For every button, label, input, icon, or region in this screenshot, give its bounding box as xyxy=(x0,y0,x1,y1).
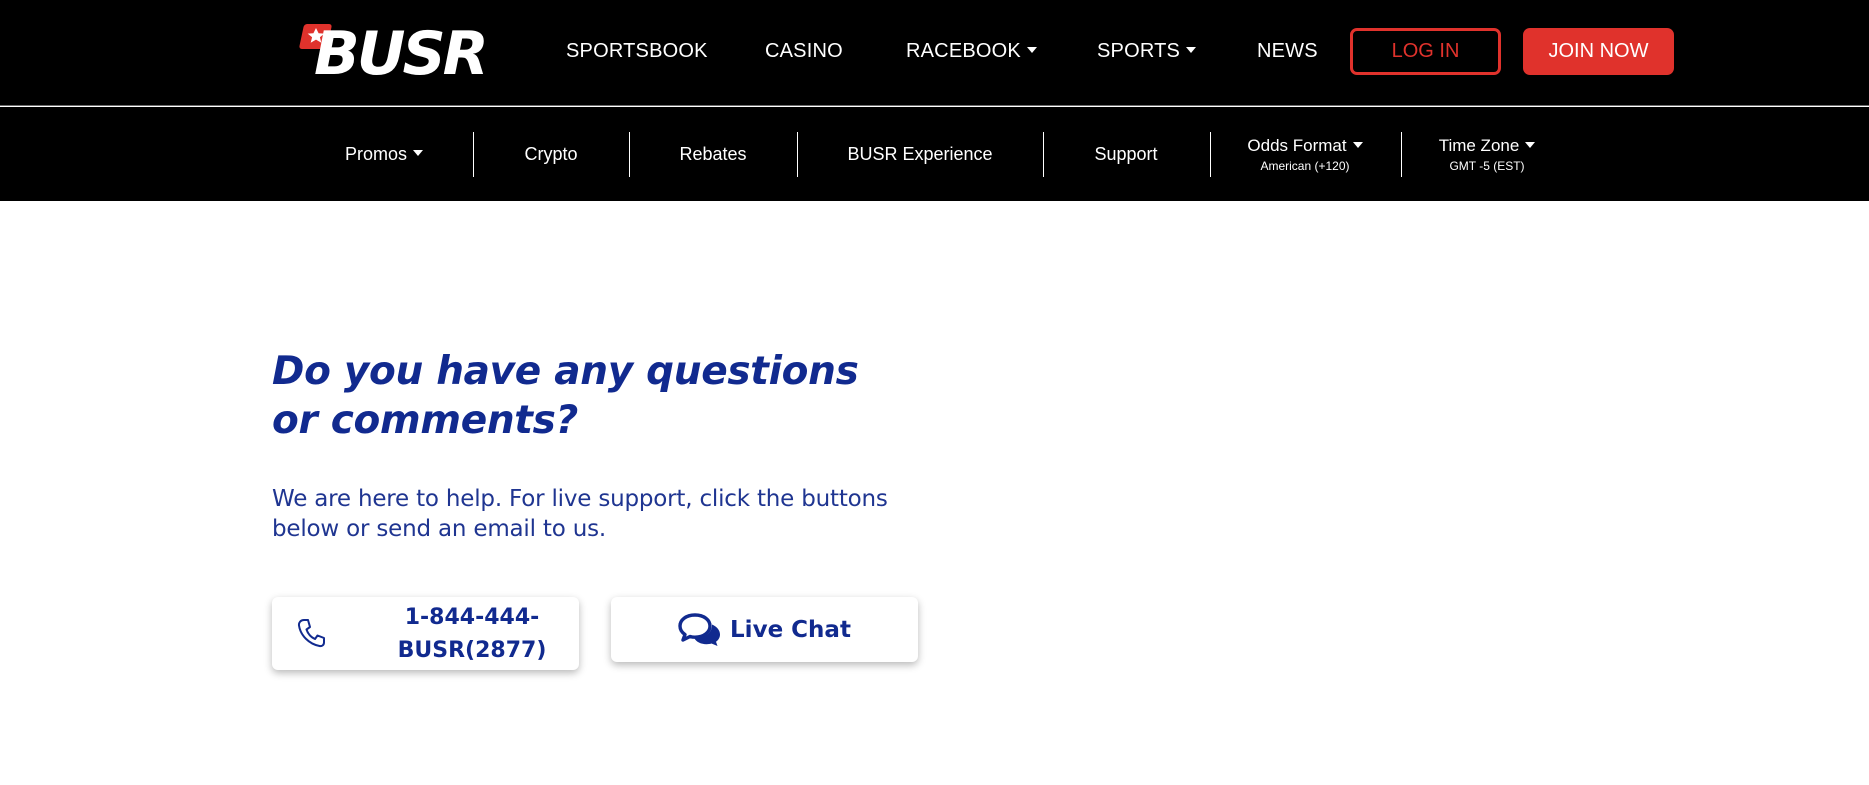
subnav-busr-experience[interactable]: BUSR Experience xyxy=(834,107,1006,201)
nav-casino-label: CASINO xyxy=(765,40,843,62)
nav-news[interactable]: NEWS xyxy=(1257,0,1318,102)
nav-racebook[interactable]: RACEBOOK xyxy=(906,0,1037,102)
nav-sports-label: SPORTS xyxy=(1097,40,1181,62)
divider xyxy=(629,132,630,177)
subnav-promos-label: Promos xyxy=(344,144,407,164)
subnav-promos[interactable]: Promos xyxy=(344,107,424,201)
chevron-down-icon xyxy=(413,150,423,157)
chevron-down-icon xyxy=(1352,141,1363,148)
nav-racebook-label: RACEBOOK xyxy=(906,40,1021,62)
subnav-crypto[interactable]: Crypto xyxy=(510,107,592,201)
page-headline: Do you have any questions or comments? xyxy=(272,349,859,443)
divider xyxy=(473,132,474,177)
chevron-down-icon xyxy=(1186,46,1197,53)
nav-sportsbook-label: SPORTSBOOK xyxy=(566,40,708,62)
live-chat-button[interactable]: Live Chat xyxy=(611,597,918,662)
nav-casino[interactable]: CASINO xyxy=(765,0,843,102)
divider xyxy=(797,132,798,177)
join-now-button[interactable]: JOIN NOW xyxy=(1523,28,1674,75)
divider xyxy=(1210,132,1211,177)
phone-call-button[interactable]: 1-844-444-BUSR(2877) xyxy=(272,597,579,670)
time-zone-selector[interactable]: Time Zone GMT -5 (EST) xyxy=(1422,135,1552,173)
busr-logo[interactable]: BUSR xyxy=(292,20,514,82)
secondary-nav: Promos Crypto Rebates BUSR Experience Su… xyxy=(0,107,1869,201)
phone-icon xyxy=(297,619,325,648)
nav-sportsbook[interactable]: SPORTSBOOK xyxy=(566,0,708,102)
subnav-busr-experience-label: BUSR Experience xyxy=(847,144,993,164)
support-description: We are here to help. For live support, c… xyxy=(272,486,888,542)
time-zone-label: Time Zone xyxy=(1438,136,1520,155)
login-button[interactable]: LOG IN xyxy=(1350,28,1501,75)
chevron-down-icon xyxy=(1026,46,1037,53)
odds-format-label: Odds Format xyxy=(1247,136,1347,155)
divider xyxy=(1043,132,1044,177)
divider xyxy=(1401,132,1402,177)
subnav-crypto-label: Crypto xyxy=(524,144,578,164)
subnav-rebates[interactable]: Rebates xyxy=(666,107,760,201)
nav-sports[interactable]: SPORTS xyxy=(1097,0,1197,102)
live-chat-label: Live Chat xyxy=(730,616,851,643)
time-zone-value: GMT -5 (EST) xyxy=(1449,159,1525,173)
chat-bubbles-icon xyxy=(678,612,721,646)
subnav-support[interactable]: Support xyxy=(1080,107,1172,201)
odds-format-value: American (+120) xyxy=(1260,159,1350,173)
nav-news-label: NEWS xyxy=(1257,40,1318,62)
subnav-rebates-label: Rebates xyxy=(679,144,747,164)
chevron-down-icon xyxy=(1525,141,1536,148)
phone-number: 1-844-444-BUSR(2877) xyxy=(397,605,547,663)
odds-format-selector[interactable]: Odds Format American (+120) xyxy=(1240,135,1370,173)
top-header: BUSR SPORTSBOOK CASINO RACEBOOK SPORTS N… xyxy=(0,0,1869,106)
subnav-support-label: Support xyxy=(1094,144,1158,164)
svg-text:BUSR: BUSR xyxy=(314,20,486,82)
